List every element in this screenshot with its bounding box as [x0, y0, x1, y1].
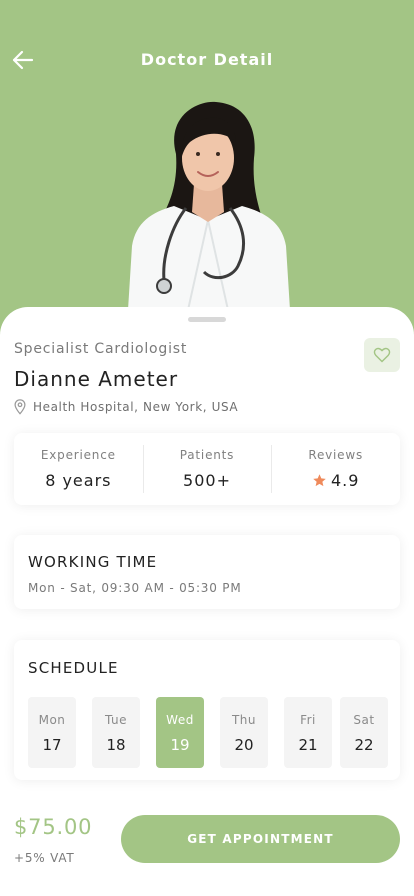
stat-value: 500+	[183, 471, 231, 490]
working-time-card: WORKING TIME Mon - Sat, 09:30 AM - 05:30…	[14, 535, 400, 609]
detail-sheet: Specialist Cardiologist Dianne Ameter He…	[0, 307, 414, 896]
day-tue[interactable]: Tue 18	[92, 697, 140, 768]
doctor-location: Health Hospital, New York, USA	[13, 399, 238, 415]
location-pin-icon	[14, 399, 26, 415]
price: $75.00	[14, 815, 93, 839]
stat-label: Patients	[179, 448, 235, 462]
day-name: Tue	[105, 713, 127, 727]
stats-card: Experience 8 years Patients 500+ Reviews…	[14, 433, 400, 505]
vat-note: +5% VAT	[14, 851, 75, 865]
day-date: 21	[298, 736, 318, 754]
stat-experience: Experience 8 years	[14, 433, 143, 505]
day-thu[interactable]: Thu 20	[220, 697, 268, 768]
day-date: 18	[106, 736, 126, 754]
doctor-photo	[128, 101, 290, 310]
day-date: 17	[42, 736, 62, 754]
stat-label: Experience	[40, 448, 116, 462]
page-title: Doctor Detail	[140, 50, 274, 69]
hero-banner: Doctor Detail	[0, 0, 414, 340]
working-time-title: WORKING TIME	[28, 553, 158, 571]
day-name: Wed	[166, 713, 194, 727]
star-icon	[313, 474, 326, 487]
day-name: Mon	[38, 713, 66, 727]
day-sat[interactable]: Sat 22	[340, 697, 388, 768]
stat-value: 4.9	[271, 471, 400, 490]
day-fri[interactable]: Fri 21	[284, 697, 332, 768]
doctor-specialty: Specialist Cardiologist	[14, 341, 188, 357]
day-wed[interactable]: Wed 19	[156, 697, 204, 768]
schedule-title: SCHEDULE	[28, 659, 119, 677]
heart-icon	[373, 347, 391, 363]
day-name: Fri	[300, 713, 316, 727]
favorite-button[interactable]	[364, 338, 400, 372]
doctor-name: Dianne Ameter	[14, 367, 179, 391]
day-name: Sat	[353, 713, 375, 727]
day-name: Thu	[231, 713, 257, 727]
drag-handle[interactable]	[188, 317, 226, 322]
working-hours: Mon - Sat, 09:30 AM - 05:30 PM	[28, 581, 242, 595]
stat-label: Reviews	[308, 448, 364, 462]
day-date: 19	[170, 736, 190, 754]
stat-value: 8 years	[45, 471, 112, 490]
stat-reviews[interactable]: Reviews 4.9	[271, 433, 400, 505]
get-appointment-button[interactable]: GET APPOINTMENT	[121, 815, 400, 863]
day-date: 22	[354, 736, 374, 754]
day-date: 20	[234, 736, 254, 754]
day-mon[interactable]: Mon 17	[28, 697, 76, 768]
location-text: Health Hospital, New York, USA	[33, 400, 239, 414]
stat-patients: Patients 500+	[142, 433, 272, 505]
schedule-card: SCHEDULE Mon 17 Tue 18 Wed 19 Thu 20 Fri…	[14, 640, 400, 780]
